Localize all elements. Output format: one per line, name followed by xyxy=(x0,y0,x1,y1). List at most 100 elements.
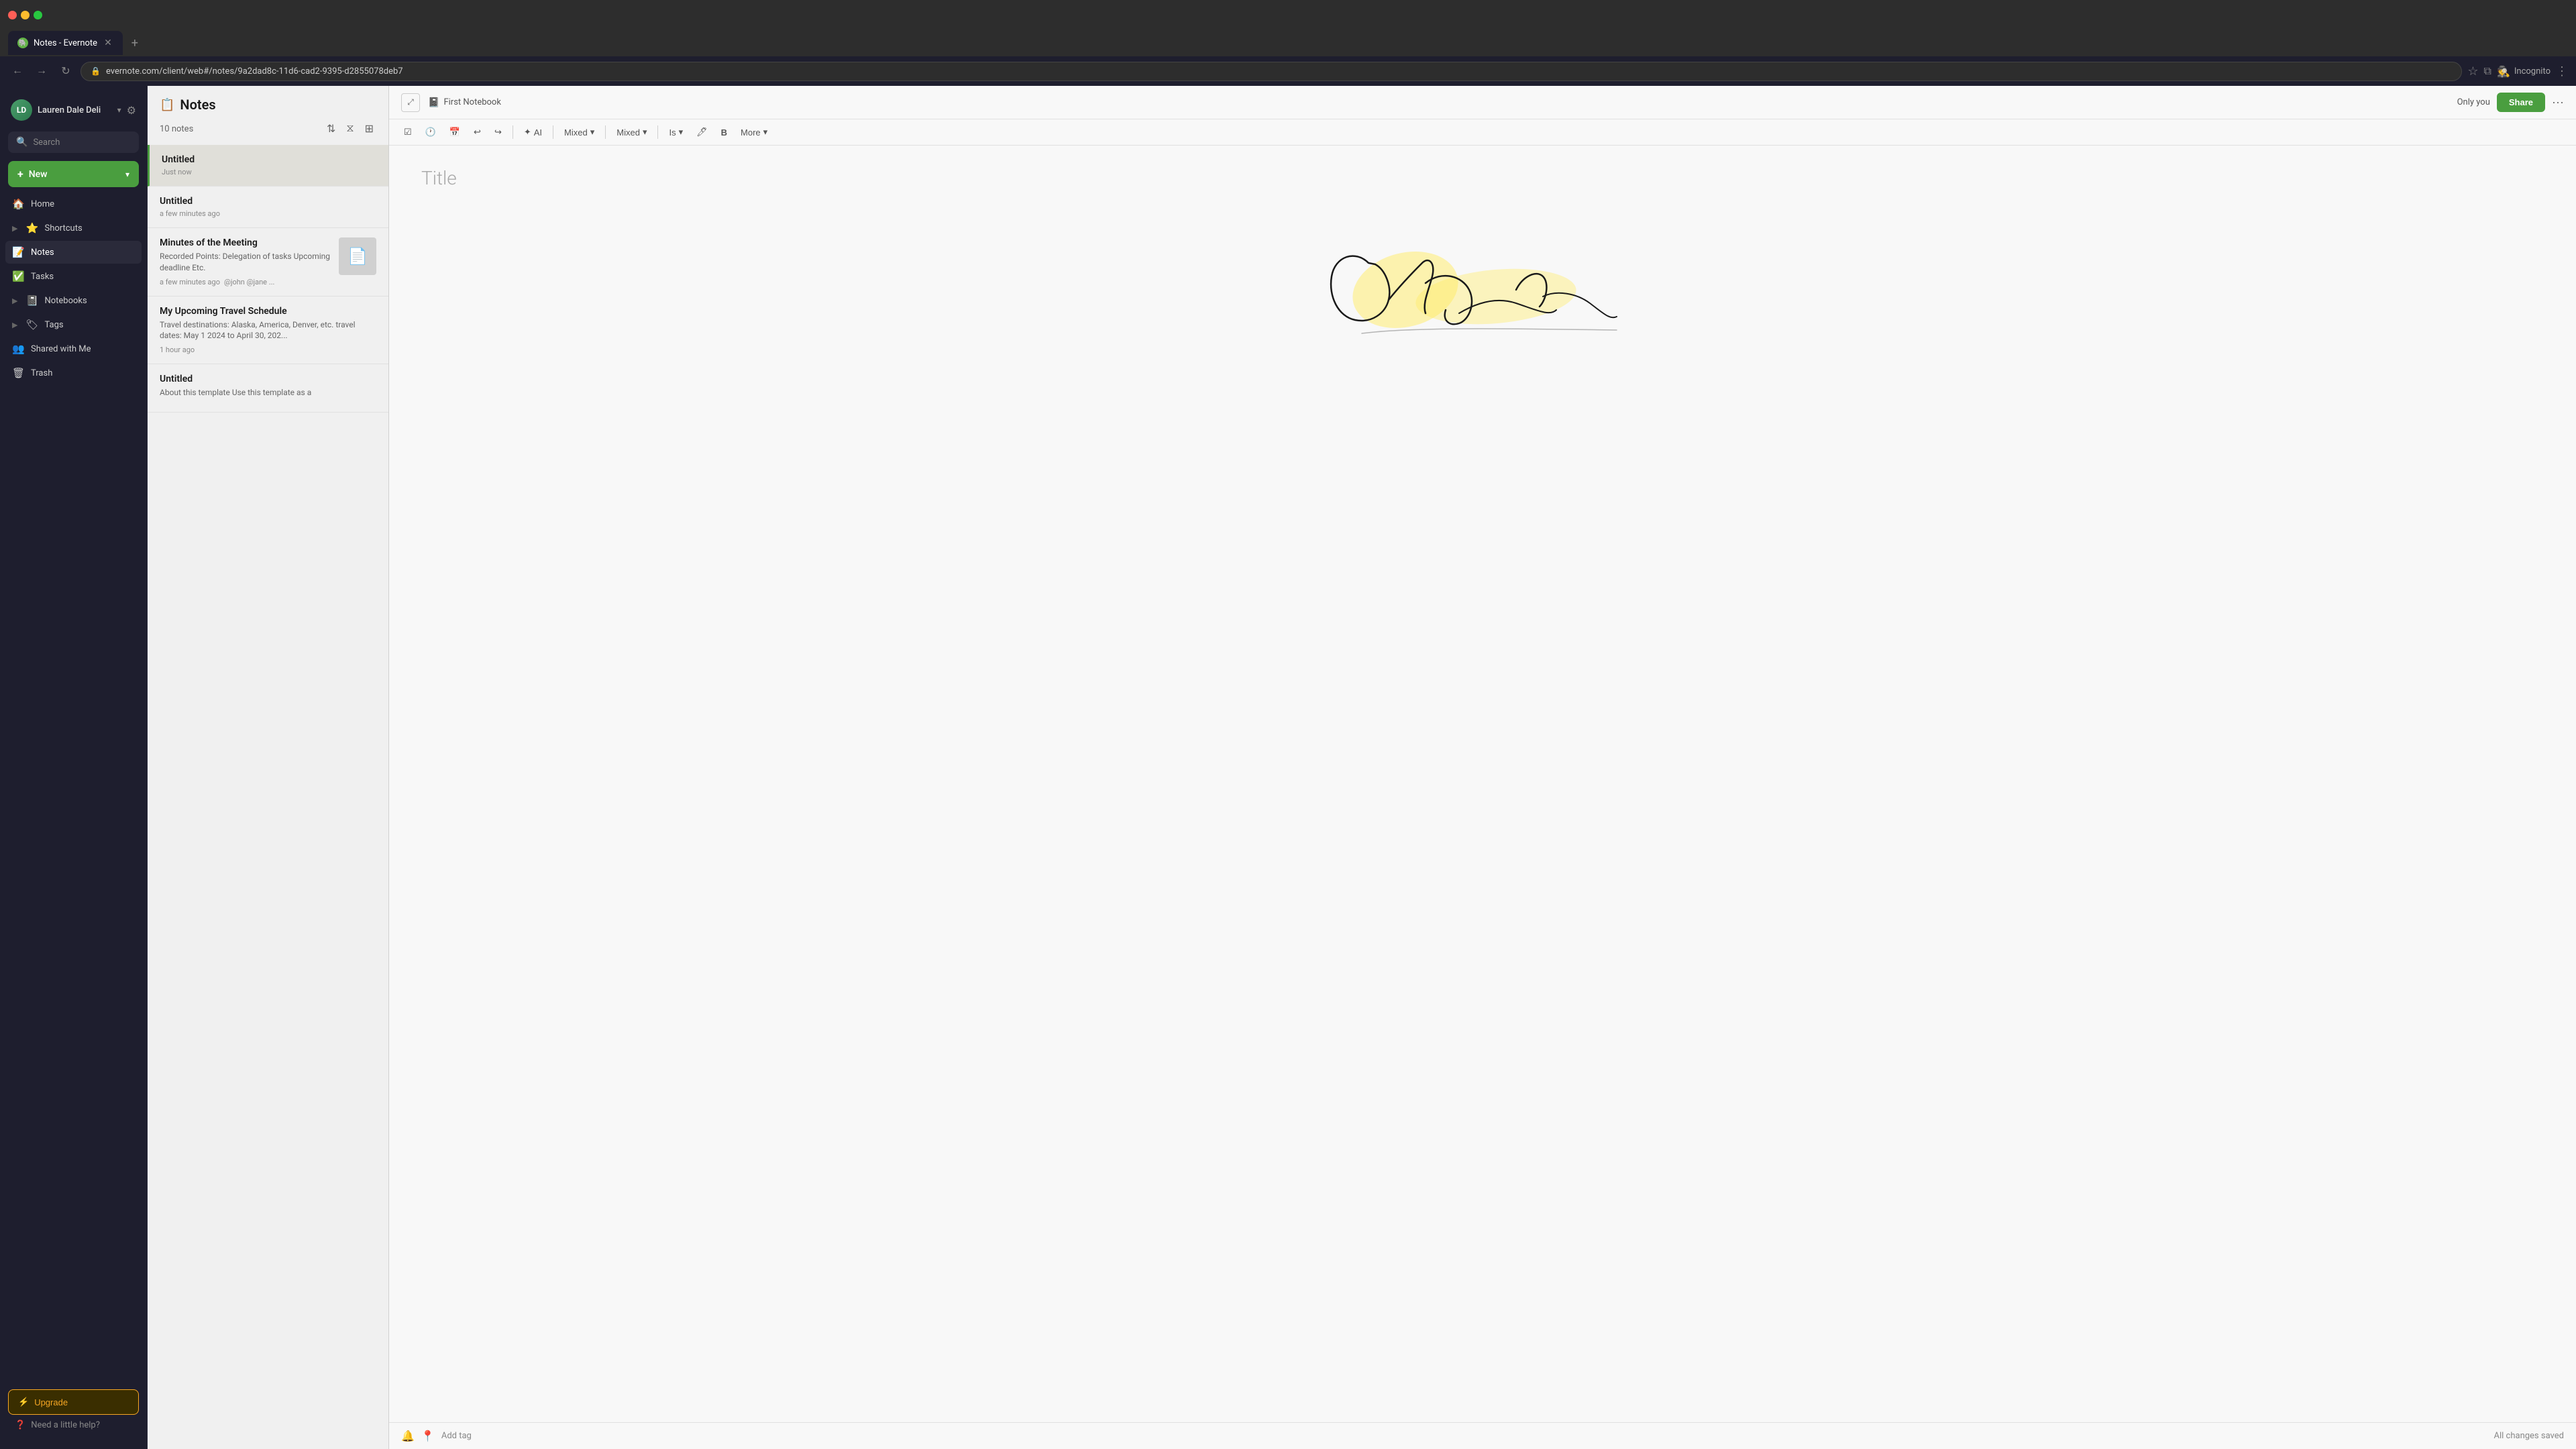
window-maximize-button[interactable] xyxy=(34,11,42,19)
share-button[interactable]: Share xyxy=(2497,93,2545,112)
search-icon: 🔍 xyxy=(16,137,28,148)
font-style-dropdown[interactable]: Mixed ▾ xyxy=(559,123,600,141)
window-close-button[interactable] xyxy=(8,11,17,19)
list-item[interactable]: Untitled About this template Use this te… xyxy=(148,364,388,413)
tab-bar: 🐘 Notes - Evernote ✕ + xyxy=(0,30,2576,56)
sort-button[interactable]: ⇅ xyxy=(324,119,338,138)
list-item[interactable]: Minutes of the Meeting Recorded Points: … xyxy=(148,228,388,297)
notebook-badge[interactable]: 📓 First Notebook xyxy=(428,97,501,108)
font-size-chevron: ▾ xyxy=(643,127,647,138)
tags-expand-icon: ▶ xyxy=(12,321,17,329)
sidebar-item-shared[interactable]: 👥 Shared with Me xyxy=(5,337,142,360)
incognito-label: Incognito xyxy=(2514,66,2551,76)
trash-icon: 🗑 xyxy=(12,367,24,379)
toolbar-separator xyxy=(605,125,606,139)
more-tools-button[interactable]: More ▾ xyxy=(735,123,773,141)
notes-panel-title: 📋 Notes xyxy=(160,97,376,113)
expand-button[interactable]: ⤢ xyxy=(401,93,420,112)
user-menu[interactable]: LD Lauren Dale Deli ▾ ⚙ xyxy=(0,94,147,129)
note-time: a few minutes ago xyxy=(160,278,220,286)
note-preview: Travel destinations: Alaska, America, De… xyxy=(160,319,376,342)
pip-icon[interactable]: ⧉ xyxy=(2484,64,2491,78)
sidebar-item-label: Home xyxy=(31,199,54,209)
sidebar-bottom: ⚡ Upgrade ❓ Need a little help? xyxy=(0,1384,147,1441)
font-style-chevron: ▾ xyxy=(590,127,595,138)
font-size-label: Mixed xyxy=(616,127,640,138)
sidebar-item-notes[interactable]: 📝 Notes xyxy=(5,241,142,264)
tags-icon: 🏷 xyxy=(25,319,38,331)
notes-count: 10 notes xyxy=(160,124,193,134)
new-button[interactable]: + New ▾ xyxy=(8,161,139,187)
sidebar-item-label: Shortcuts xyxy=(44,223,82,233)
sidebar-item-trash[interactable]: 🗑 Trash xyxy=(5,362,142,384)
url-bar[interactable]: 🔒 evernote.com/client/web#/notes/9a2dad8… xyxy=(80,62,2462,81)
font-size-dropdown[interactable]: Mixed ▾ xyxy=(611,123,652,141)
undo-button[interactable]: ↩ xyxy=(468,123,486,141)
editor-topbar: ⤢ 📓 First Notebook Only you Share ··· xyxy=(389,86,2576,119)
notes-icon: 📝 xyxy=(12,246,24,258)
note-tags: @john @jane ... xyxy=(224,278,274,286)
incognito-badge: 🕵 Incognito xyxy=(2497,65,2551,78)
forward-button[interactable]: → xyxy=(32,62,51,80)
browser-chrome: 🐘 Notes - Evernote ✕ + ← → ↻ 🔒 evernote.… xyxy=(0,0,2576,86)
heading-dropdown[interactable]: Is ▾ xyxy=(663,123,688,141)
location-icon[interactable]: 📍 xyxy=(421,1430,435,1442)
note-meta: a few minutes ago xyxy=(160,209,376,218)
task-button[interactable]: ☑ xyxy=(398,123,417,141)
sidebar-item-home[interactable]: 🏠 Home xyxy=(5,193,142,215)
title-bar xyxy=(0,0,2576,30)
footer-right: All changes saved xyxy=(2494,1431,2565,1441)
view-toggle-button[interactable]: ⊞ xyxy=(362,119,376,138)
sidebar-item-shortcuts[interactable]: ▶ ⭐ Shortcuts xyxy=(5,217,142,239)
sidebar-item-tasks[interactable]: ✅ Tasks xyxy=(5,265,142,288)
tab-close-button[interactable]: ✕ xyxy=(103,36,113,50)
avatar: LD xyxy=(11,99,32,121)
note-preview: Recorded Points: Delegation of tasks Upc… xyxy=(160,251,333,274)
back-button[interactable]: ← xyxy=(8,62,27,80)
upgrade-button[interactable]: ⚡ Upgrade xyxy=(8,1389,139,1415)
clock-button[interactable]: 🕐 xyxy=(420,123,441,141)
sidebar: LD Lauren Dale Deli ▾ ⚙ 🔍 Search + New ▾… xyxy=(0,86,148,1449)
editor-title-field[interactable]: Title xyxy=(421,167,2544,189)
user-name: Lauren Dale Deli xyxy=(38,105,112,115)
new-tab-button[interactable]: + xyxy=(125,34,144,52)
list-item[interactable]: Untitled Just now xyxy=(148,145,388,186)
more-chevron: ▾ xyxy=(763,127,768,138)
tasks-icon: ✅ xyxy=(12,270,24,282)
url-text: evernote.com/client/web#/notes/9a2dad8c-… xyxy=(106,66,2452,76)
sidebar-item-tags[interactable]: ▶ 🏷 Tags xyxy=(5,313,142,336)
add-tag-button[interactable]: Add tag xyxy=(441,1431,472,1441)
sidebar-item-label: Trash xyxy=(31,368,52,378)
window-controls xyxy=(8,11,42,19)
list-item[interactable]: My Upcoming Travel Schedule Travel desti… xyxy=(148,297,388,365)
editor-content[interactable]: Title xyxy=(389,146,2576,1422)
editor-panel: ⤢ 📓 First Notebook Only you Share ··· ☑ … xyxy=(389,86,2576,1449)
bookmark-icon[interactable]: ☆ xyxy=(2467,64,2478,78)
evernote-favicon: 🐘 xyxy=(17,38,28,48)
settings-icon[interactable]: ⚙ xyxy=(127,104,136,117)
notebooks-icon: 📓 xyxy=(25,294,38,307)
editor-drawing xyxy=(421,203,2544,390)
drawing-canvas xyxy=(421,203,2544,390)
browser-menu-button[interactable]: ⋮ xyxy=(2556,64,2568,78)
active-tab[interactable]: 🐘 Notes - Evernote ✕ xyxy=(8,31,123,55)
reload-button[interactable]: ↻ xyxy=(56,62,75,80)
reminder-icon[interactable]: 🔔 xyxy=(401,1430,415,1442)
calendar-button[interactable]: 📅 xyxy=(444,123,466,141)
redo-button[interactable]: ↪ xyxy=(489,123,507,141)
window-minimize-button[interactable] xyxy=(21,11,30,19)
notes-panel-icon: 📋 xyxy=(160,98,174,112)
notes-list-panel: 📋 Notes 10 notes ⇅ ⧖ ⊞ Untitled Just now xyxy=(148,86,389,1449)
note-time: Just now xyxy=(162,168,192,176)
help-row[interactable]: ❓ Need a little help? xyxy=(8,1415,139,1436)
highlight-button[interactable]: 🖊 xyxy=(691,123,713,141)
list-item[interactable]: Untitled a few minutes ago xyxy=(148,186,388,228)
more-options-button[interactable]: ··· xyxy=(2552,95,2564,109)
ai-button[interactable]: ✦ AI xyxy=(519,123,547,141)
sidebar-item-notebooks[interactable]: ▶ 📓 Notebooks xyxy=(5,289,142,312)
user-chevron-icon: ▾ xyxy=(117,105,121,115)
bold-button[interactable]: B xyxy=(716,124,733,141)
only-you-label: Only you xyxy=(2457,97,2490,107)
search-bar[interactable]: 🔍 Search xyxy=(8,131,139,153)
filter-button[interactable]: ⧖ xyxy=(343,119,356,138)
